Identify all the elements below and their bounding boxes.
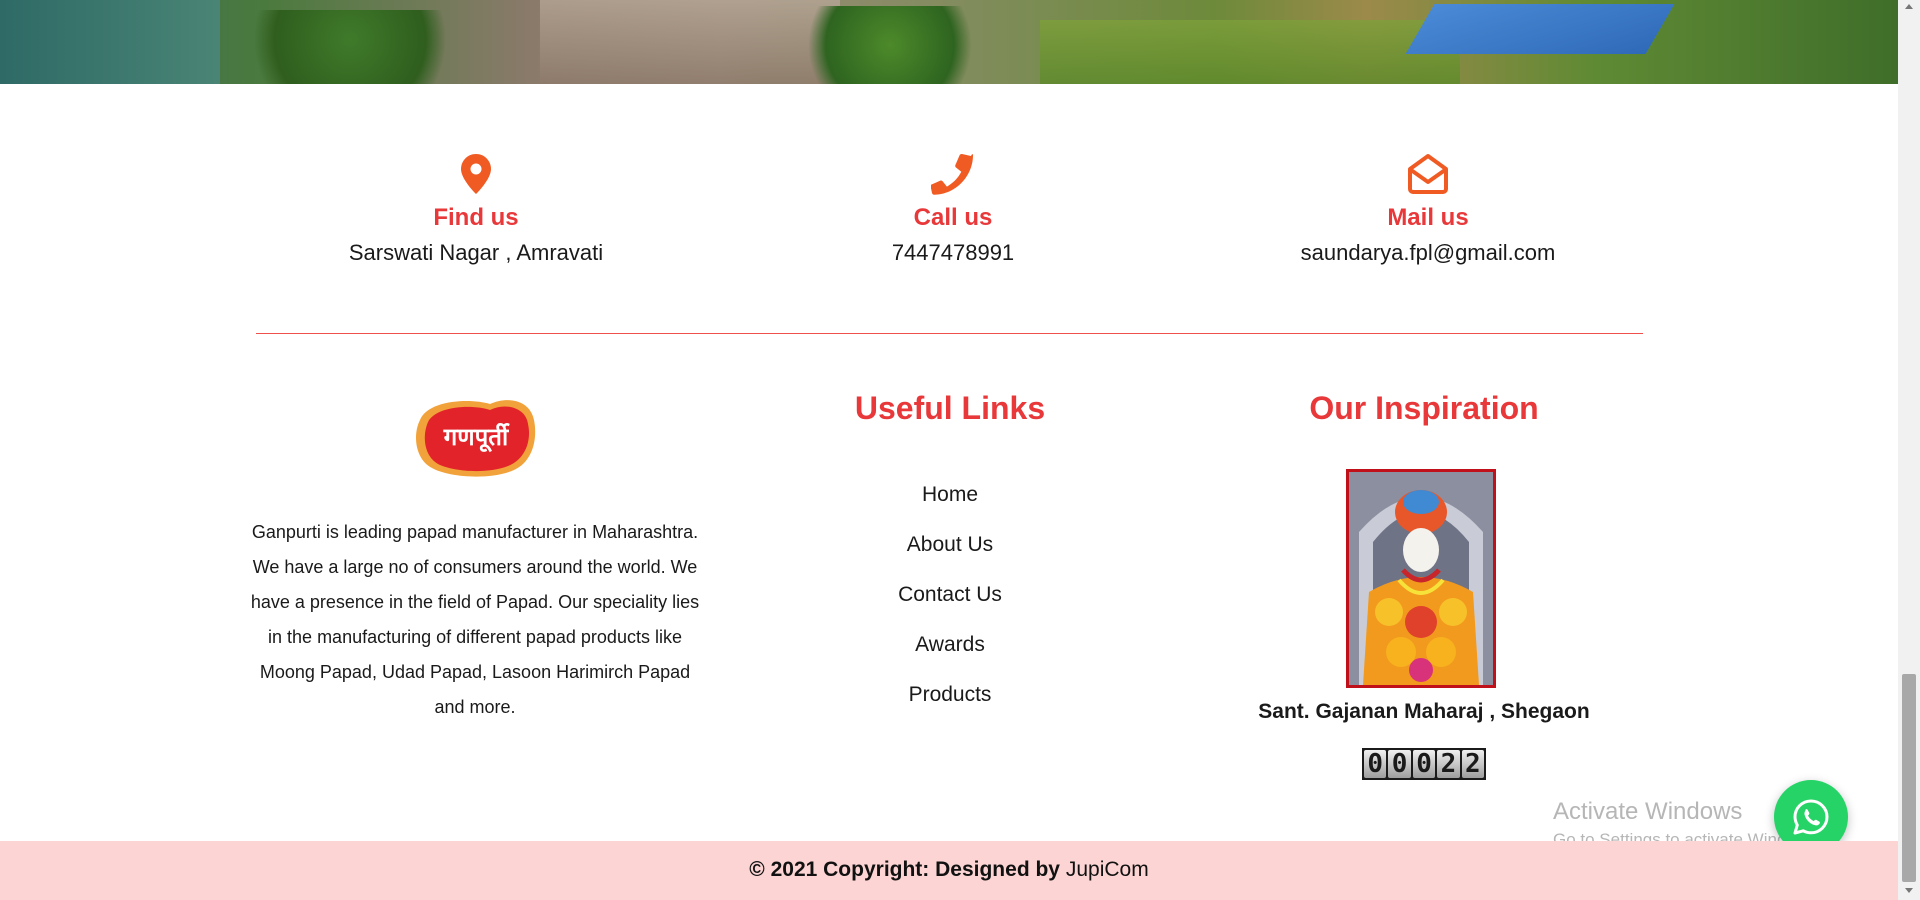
inspiration-caption: Sant. Gajanan Maharaj , Shegaon [1258, 700, 1590, 723]
copyright-footer: © 2021 Copyright: Designed by JupiCom [0, 841, 1898, 900]
counter-digit: 0 [1388, 750, 1411, 778]
hero-landscape-image [0, 0, 1898, 84]
useful-links-title: Useful Links [854, 390, 1046, 426]
envelope-open-icon [1408, 154, 1448, 194]
link-contact-us[interactable]: Contact Us [850, 578, 1050, 628]
useful-links-list: Home About Us Contact Us Awards Products [850, 478, 1050, 728]
page: Find us Sarswati Nagar , Amravati Call u… [0, 0, 1898, 900]
our-inspiration-title: Our Inspiration [1309, 390, 1539, 426]
counter-digit: 0 [1412, 750, 1436, 778]
find-us-title: Find us [433, 204, 519, 231]
link-awards[interactable]: Awards [850, 628, 1050, 678]
ganpurti-logo[interactable]: गणपूर्ती [410, 390, 540, 480]
phone-number[interactable]: 7447478991 [743, 240, 1163, 266]
scroll-down-arrow-icon[interactable] [1905, 888, 1913, 893]
copyright-text: © 2021 Copyright: Designed by [749, 858, 1060, 881]
whatsapp-icon [1793, 799, 1829, 835]
counter-digit: 2 [1437, 750, 1460, 778]
logo-text: गणपूर्ती [443, 423, 510, 453]
link-about-us[interactable]: About Us [850, 528, 1050, 578]
phone-icon [931, 153, 973, 195]
email-address[interactable]: saundarya.fpl@gmail.com [1218, 240, 1638, 266]
call-us-title: Call us [913, 204, 993, 231]
counter-digit: 2 [1461, 750, 1485, 778]
about-description: Ganpurti is leading papad manufacturer i… [250, 522, 700, 717]
section-divider [256, 333, 1643, 334]
mail-us-title: Mail us [1387, 204, 1469, 231]
visitor-counter: 0 0 0 2 2 [1362, 748, 1486, 780]
jupicom-link[interactable]: JupiCom [1066, 858, 1149, 881]
contact-mail-us: Mail us saundarya.fpl@gmail.com [1218, 150, 1638, 266]
link-home[interactable]: Home [850, 478, 1050, 528]
scroll-up-arrow-icon[interactable] [1905, 4, 1913, 9]
address-text: Sarswati Nagar , Amravati [348, 240, 604, 265]
contact-find-us: Find us Sarswati Nagar , Amravati [266, 150, 686, 266]
gajanan-maharaj-photo [1346, 469, 1496, 688]
link-products[interactable]: Products [850, 678, 1050, 728]
vertical-scrollbar[interactable] [1898, 0, 1920, 900]
contact-call-us: Call us 7447478991 [743, 150, 1163, 266]
map-pin-icon [461, 154, 491, 194]
scrollbar-thumb[interactable] [1902, 674, 1916, 882]
counter-digit: 0 [1364, 750, 1387, 778]
